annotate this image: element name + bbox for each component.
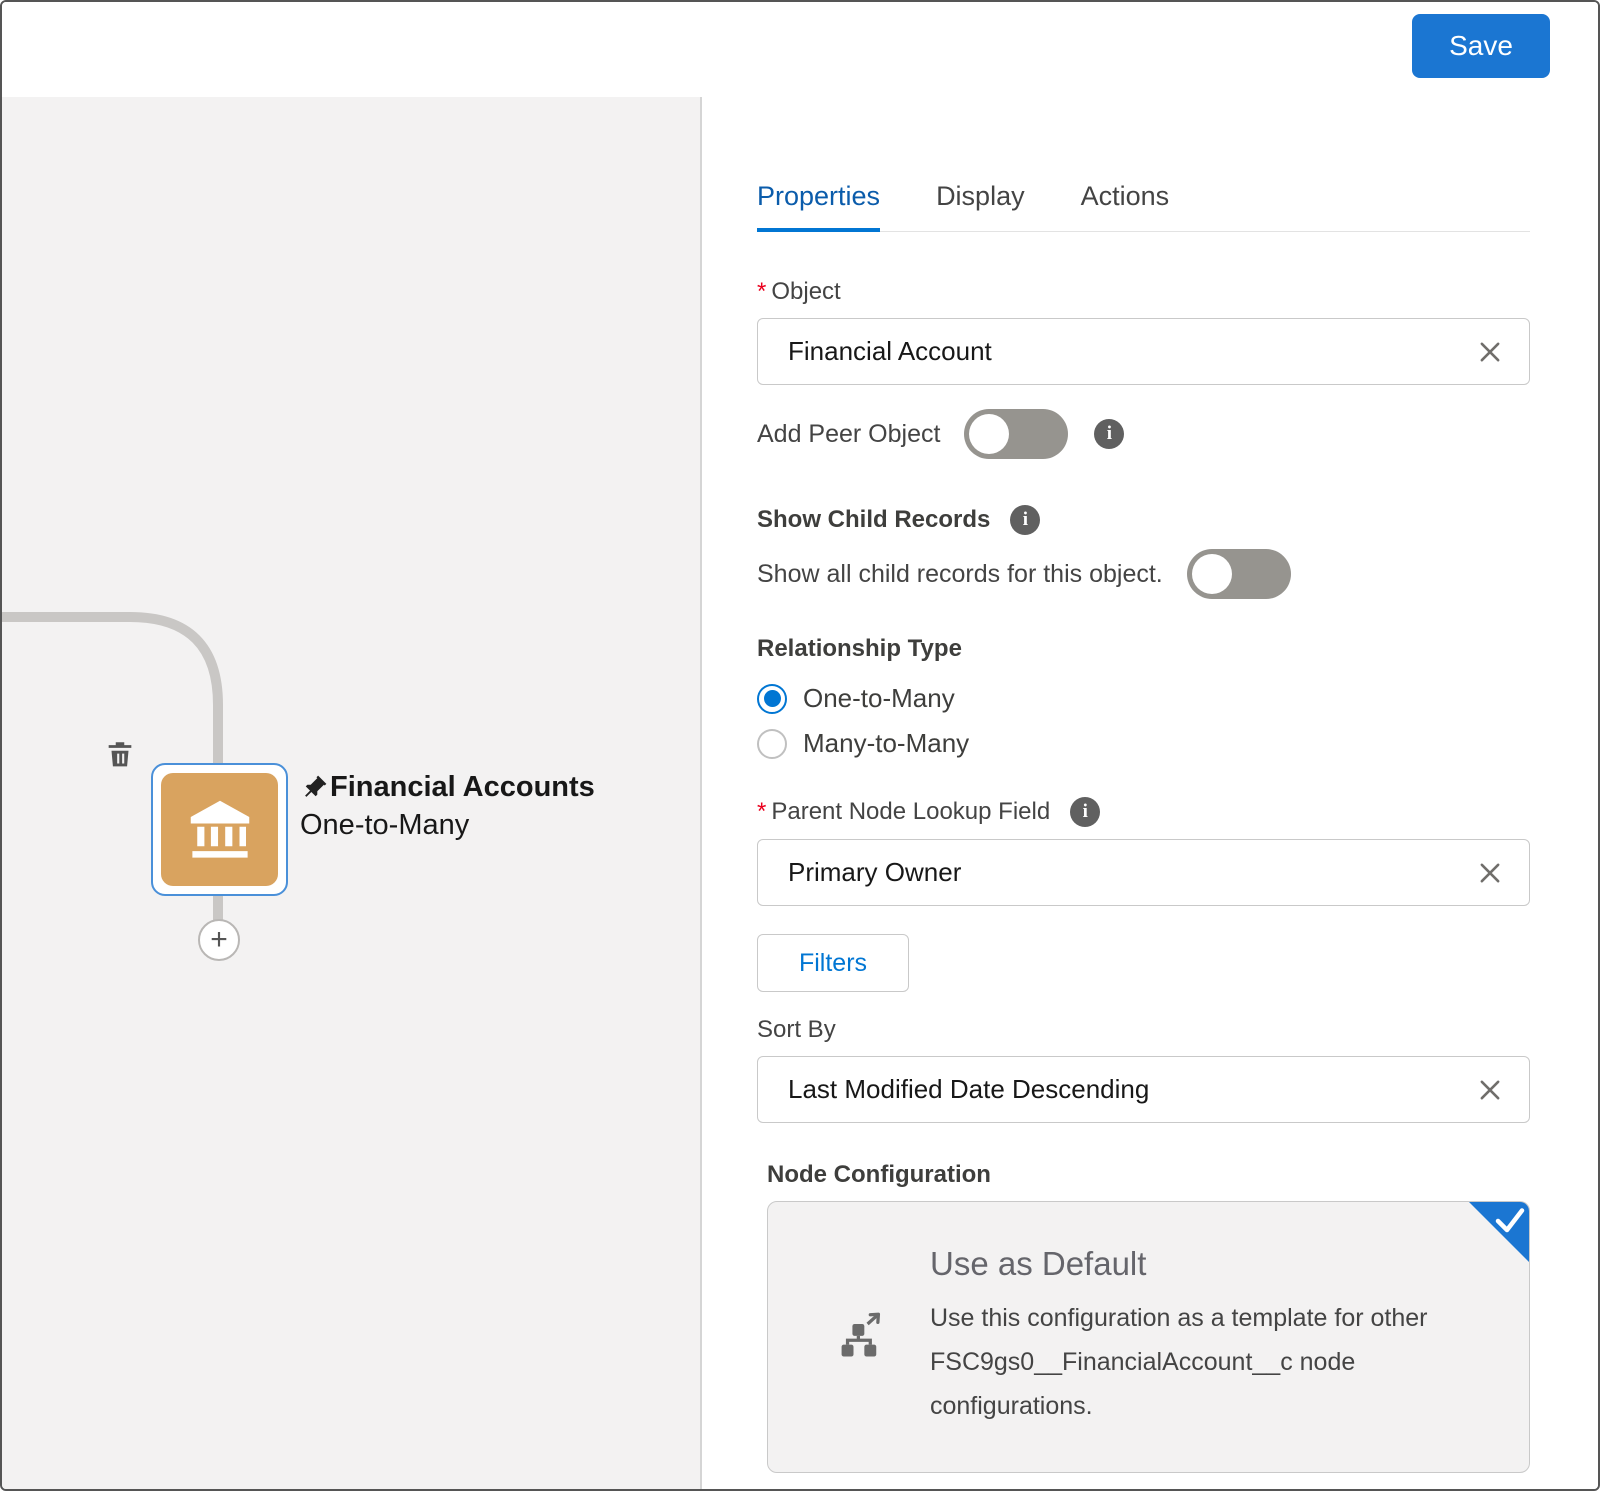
tab-properties[interactable]: Properties <box>757 181 881 232</box>
add-peer-object-row: Add Peer Object i <box>757 409 1530 459</box>
info-icon[interactable]: i <box>1070 797 1101 827</box>
panel-tabs: Properties Display Actions <box>757 181 1530 232</box>
filters-button[interactable]: Filters <box>757 934 909 992</box>
close-icon <box>1480 863 1500 882</box>
relationship-type-label: Relationship Type <box>757 635 962 662</box>
card-body: Use this configuration as a template for… <box>930 1304 1428 1420</box>
toggle-knob <box>1191 554 1232 594</box>
node-title: Financial Accounts <box>330 771 595 803</box>
add-peer-object-label: Add Peer Object <box>757 419 941 448</box>
object-field-label: * Object <box>757 278 841 305</box>
info-icon[interactable]: i <box>1010 505 1041 535</box>
object-combobox[interactable]: Financial Account <box>757 318 1530 385</box>
close-icon <box>1480 1080 1500 1099</box>
use-as-default-card[interactable]: Use as Default Use this configuration as… <box>767 1201 1530 1473</box>
parent-lookup-combobox[interactable]: Primary Owner <box>757 839 1530 906</box>
clear-object-button[interactable] <box>1475 337 1505 367</box>
pin-icon <box>305 775 327 797</box>
radio-many-to-many[interactable]: Many-to-Many <box>757 728 1530 759</box>
add-child-node-button[interactable]: + <box>198 919 240 961</box>
close-icon <box>1480 342 1500 361</box>
toggle-knob <box>969 414 1010 454</box>
radio-many-to-many-label: Many-to-Many <box>803 728 970 758</box>
card-title: Use as Default <box>930 1245 1147 1283</box>
sort-by-combobox[interactable]: Last Modified Date Descending <box>757 1056 1530 1123</box>
sort-by-value: Last Modified Date Descending <box>788 1074 1150 1104</box>
node-background <box>161 773 278 886</box>
trash-icon <box>108 742 132 767</box>
show-child-records-desc: Show all child records for this object. <box>757 559 1163 588</box>
required-marker: * <box>757 278 767 305</box>
object-value: Financial Account <box>788 336 992 366</box>
tab-display[interactable]: Display <box>936 181 1025 232</box>
required-marker: * <box>757 798 767 825</box>
radio-button-icon <box>757 683 787 714</box>
financial-accounts-node[interactable] <box>151 763 288 896</box>
save-button[interactable]: Save <box>1412 14 1550 78</box>
selected-corner-badge <box>1469 1202 1529 1262</box>
parent-lookup-label: * Parent Node Lookup Field i <box>757 797 1530 827</box>
graph-canvas[interactable]: Financial Accounts One-to-Many + <box>2 97 702 1489</box>
radio-one-to-many-label: One-to-Many <box>803 683 955 713</box>
tab-actions[interactable]: Actions <box>1081 181 1170 232</box>
delete-node-button[interactable] <box>102 738 138 774</box>
add-peer-object-toggle[interactable] <box>964 409 1069 459</box>
main-split: Financial Accounts One-to-Many + Propert… <box>2 97 1598 1489</box>
sort-by-label: Sort By <box>757 1016 836 1043</box>
header-bar: Save <box>2 2 1598 97</box>
card-text: Use as Default Use this configuration as… <box>930 1245 1469 1428</box>
bank-icon <box>190 800 249 858</box>
check-icon <box>1495 1208 1525 1233</box>
node-configuration-label: Node Configuration <box>767 1161 991 1188</box>
node-subtitle: One-to-Many <box>300 808 470 841</box>
arc-builder-window: Save Financial Accounts One-to-Many + Pr… <box>0 0 1600 1491</box>
show-child-records-row: Show all child records for this object. <box>757 549 1530 599</box>
clear-sort-by-button[interactable] <box>1475 1075 1505 1105</box>
hierarchy-default-icon <box>841 1312 881 1357</box>
show-child-records-label: Show Child Records i <box>757 505 1530 535</box>
show-child-records-toggle[interactable] <box>1186 549 1291 599</box>
properties-panel: Properties Display Actions * Object Fina… <box>702 97 1598 1489</box>
radio-button-icon <box>757 728 787 759</box>
clear-parent-lookup-button[interactable] <box>1475 858 1505 888</box>
radio-one-to-many[interactable]: One-to-Many <box>757 683 1530 714</box>
info-icon[interactable]: i <box>1094 419 1125 449</box>
node-label: Financial Accounts One-to-Many <box>300 769 595 844</box>
parent-lookup-value: Primary Owner <box>788 857 962 887</box>
